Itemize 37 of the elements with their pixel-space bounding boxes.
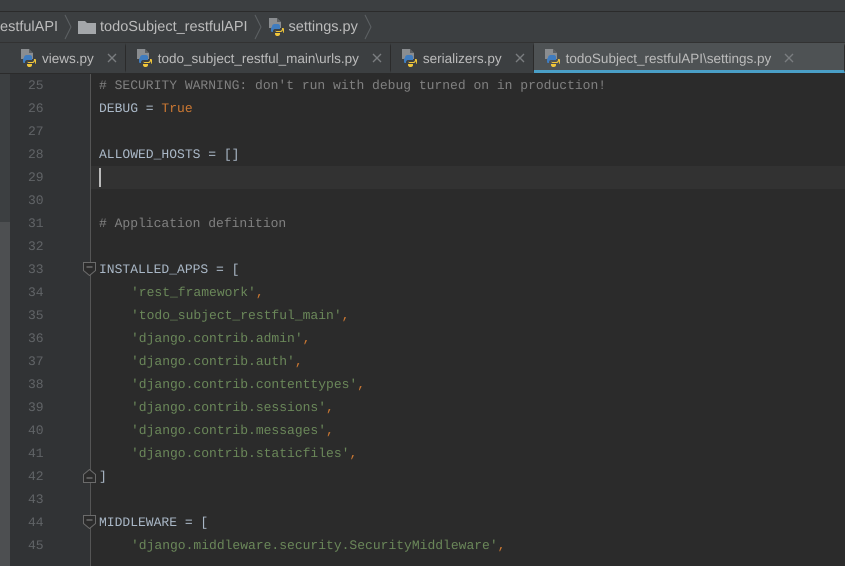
breadcrumb-item[interactable]: estfulAPI <box>0 19 58 35</box>
fold-icon[interactable] <box>83 515 96 529</box>
breadcrumb-item[interactable]: todoSubject_restfulAPI <box>78 19 248 35</box>
chevron-icon <box>364 14 372 40</box>
close-icon[interactable] <box>372 53 382 63</box>
chevron-icon <box>254 14 262 40</box>
code-line: 'django.contrib.staticfiles', <box>130 445 358 463</box>
close-icon[interactable] <box>784 53 794 63</box>
code-line: DEBUG = True <box>98 100 194 118</box>
python-file-icon <box>268 18 285 36</box>
code-line: 'django.contrib.sessions', <box>130 399 335 417</box>
code-line: ALLOWED_HOSTS = [] <box>98 146 240 164</box>
code-line: 'todo_subject_restful_main', <box>130 307 350 325</box>
code-line: 'django.contrib.auth', <box>130 353 304 371</box>
editor-tab[interactable]: todoSubject_restfulAPI\settings.py <box>534 43 845 73</box>
code-line: 'django.contrib.contenttypes', <box>130 376 366 394</box>
fold-icon[interactable] <box>83 262 96 276</box>
code-line: ] <box>98 468 108 486</box>
code-line: INSTALLED_APPS = [ <box>98 261 240 279</box>
python-file-icon <box>400 49 418 67</box>
python-file-icon <box>136 49 153 67</box>
python-file-icon <box>20 49 37 67</box>
close-icon[interactable] <box>514 53 525 63</box>
python-file-icon <box>544 49 561 67</box>
folder-icon <box>78 20 96 34</box>
code-line: 'django.middleware.security.SecurityMiddleware', <box>130 537 506 555</box>
close-icon[interactable] <box>106 53 117 63</box>
code-line: # SECURITY WARNING: don't run with debug turned on in production! <box>98 77 608 95</box>
fold-icon[interactable] <box>83 469 96 483</box>
breadcrumb-item[interactable]: settings.py <box>268 18 358 36</box>
code-line: MIDDLEWARE = [ <box>98 514 210 532</box>
code-line: 'django.contrib.messages', <box>130 422 335 440</box>
text-cursor <box>99 168 101 187</box>
code-line: 'rest_framework', <box>130 284 265 302</box>
code-line: # Application definition <box>98 215 288 233</box>
code-line: 'django.contrib.admin', <box>130 330 312 348</box>
chevron-icon <box>64 14 72 40</box>
